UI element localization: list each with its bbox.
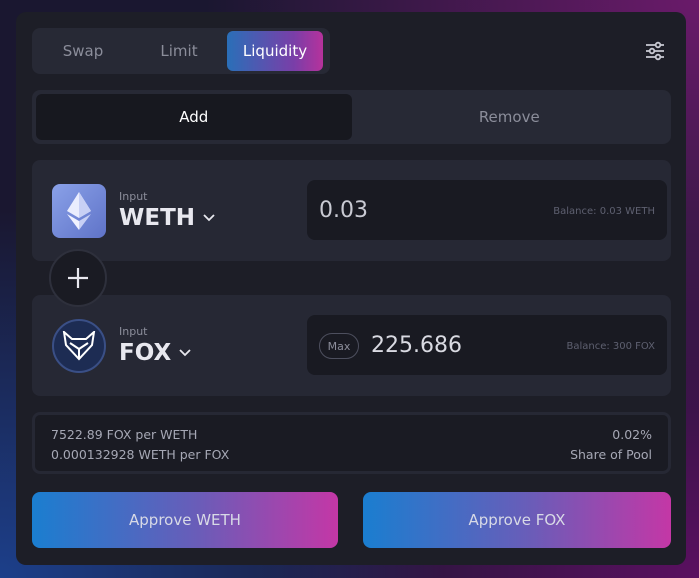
token-symbol: FOX [119, 340, 172, 366]
amount-value: 0.03 [319, 198, 368, 223]
ethereum-icon [52, 184, 106, 238]
balance-text: Balance: 0.03 WETH [553, 206, 655, 217]
amount-input-weth[interactable]: 0.03 Balance: 0.03 WETH [307, 180, 667, 240]
amount-value: 225.686 [371, 333, 462, 358]
add-button[interactable]: Add [36, 94, 352, 140]
tab-liquidity[interactable]: Liquidity [227, 31, 323, 71]
remove-button[interactable]: Remove [352, 94, 668, 140]
rate-fox-per-weth: 7522.89 FOX per WETH [51, 427, 198, 442]
plus-icon [49, 249, 107, 307]
token-symbol: WETH [119, 205, 196, 231]
pool-info: 7522.89 FOX per WETH 0.000132928 WETH pe… [32, 412, 671, 474]
fox-icon [52, 319, 106, 373]
chevron-down-icon [179, 349, 191, 357]
tab-swap[interactable]: Swap [35, 31, 131, 71]
rate-weth-per-fox: 0.000132928 WETH per FOX [51, 447, 230, 462]
settings-sliders-icon[interactable] [642, 38, 668, 64]
token-input-weth: Input WETH 0.03 Balance: 0.03 WETH [32, 160, 671, 261]
add-remove-toggle: Add Remove [32, 90, 671, 144]
input-label: Input [119, 190, 148, 203]
trade-tabs: Swap Limit Liquidity [32, 28, 330, 74]
approve-fox-button[interactable]: Approve FOX [363, 492, 671, 548]
pool-share-value: 0.02% [612, 427, 652, 442]
token-selector-fox[interactable]: FOX [119, 340, 191, 366]
balance-text: Balance: 300 FOX [566, 341, 655, 352]
tab-limit[interactable]: Limit [131, 31, 227, 71]
amount-input-fox[interactable]: Max 225.686 Balance: 300 FOX [307, 315, 667, 375]
token-selector-weth[interactable]: WETH [119, 205, 215, 231]
token-input-fox: Input FOX Max 225.686 Balance: 300 FOX [32, 295, 671, 396]
input-label: Input [119, 325, 148, 338]
pool-share-label: Share of Pool [570, 447, 652, 462]
chevron-down-icon [203, 214, 215, 222]
max-button[interactable]: Max [319, 333, 359, 359]
approve-weth-button[interactable]: Approve WETH [32, 492, 338, 548]
liquidity-panel: Swap Limit Liquidity Add Remove Input WE… [16, 12, 686, 565]
